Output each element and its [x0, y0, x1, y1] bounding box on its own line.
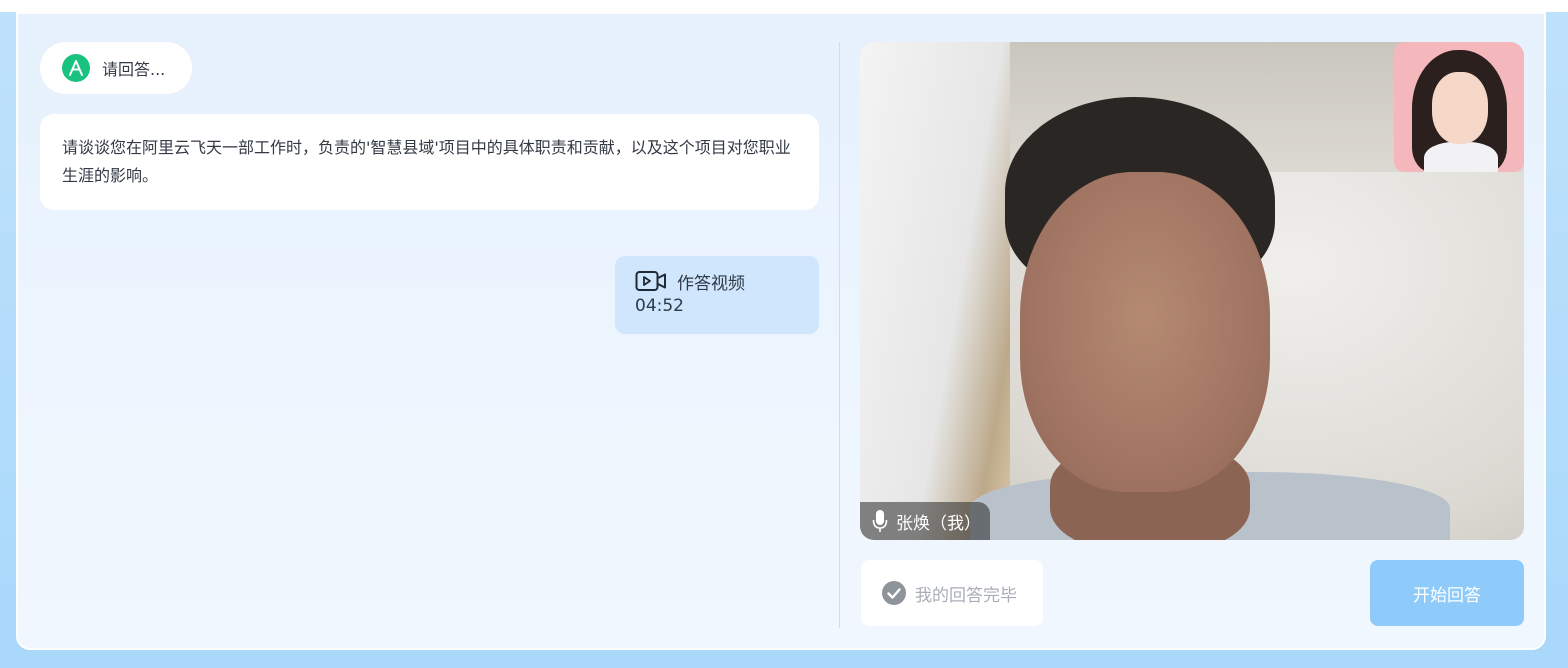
video-shelf: [860, 42, 1010, 540]
ai-status-text: 请回答...: [102, 60, 166, 79]
answer-video-duration: 04:52: [635, 296, 684, 316]
check-circle-icon: [882, 581, 906, 605]
person-face: [1020, 172, 1270, 492]
ai-status-pill: 请回答...: [40, 42, 192, 94]
answer-video-message[interactable]: 作答视频 04:52: [615, 256, 819, 334]
top-bar: [0, 0, 1568, 12]
ai-interviewer-pip: [1394, 42, 1524, 172]
video-icon: [635, 271, 666, 291]
user-name: 张焕（我）: [896, 513, 981, 534]
panel-divider: [839, 42, 840, 628]
user-name-tag: 张焕（我）: [860, 502, 990, 540]
ai-avatar-icon: [62, 54, 90, 82]
question-message: 请谈谈您在阿里云飞天一部工作时，负责的'智慧县域'项目中的具体职责和贡献，以及这…: [40, 114, 819, 210]
answer-done-button[interactable]: 我的回答完毕: [861, 560, 1043, 626]
microphone-icon: [872, 510, 888, 532]
answer-video-label: 作答视频: [677, 273, 745, 294]
camera-video-feed: 张焕（我）: [860, 42, 1524, 540]
interview-panel: 请回答... 请谈谈您在阿里云飞天一部工作时，负责的'智慧县域'项目中的具体职责…: [16, 12, 1546, 650]
pip-face: [1432, 72, 1488, 144]
pip-body: [1424, 142, 1498, 172]
start-answer-button[interactable]: 开始回答: [1370, 560, 1524, 626]
answer-done-label: 我的回答完毕: [915, 585, 1017, 606]
letter-a-icon: [69, 60, 83, 76]
